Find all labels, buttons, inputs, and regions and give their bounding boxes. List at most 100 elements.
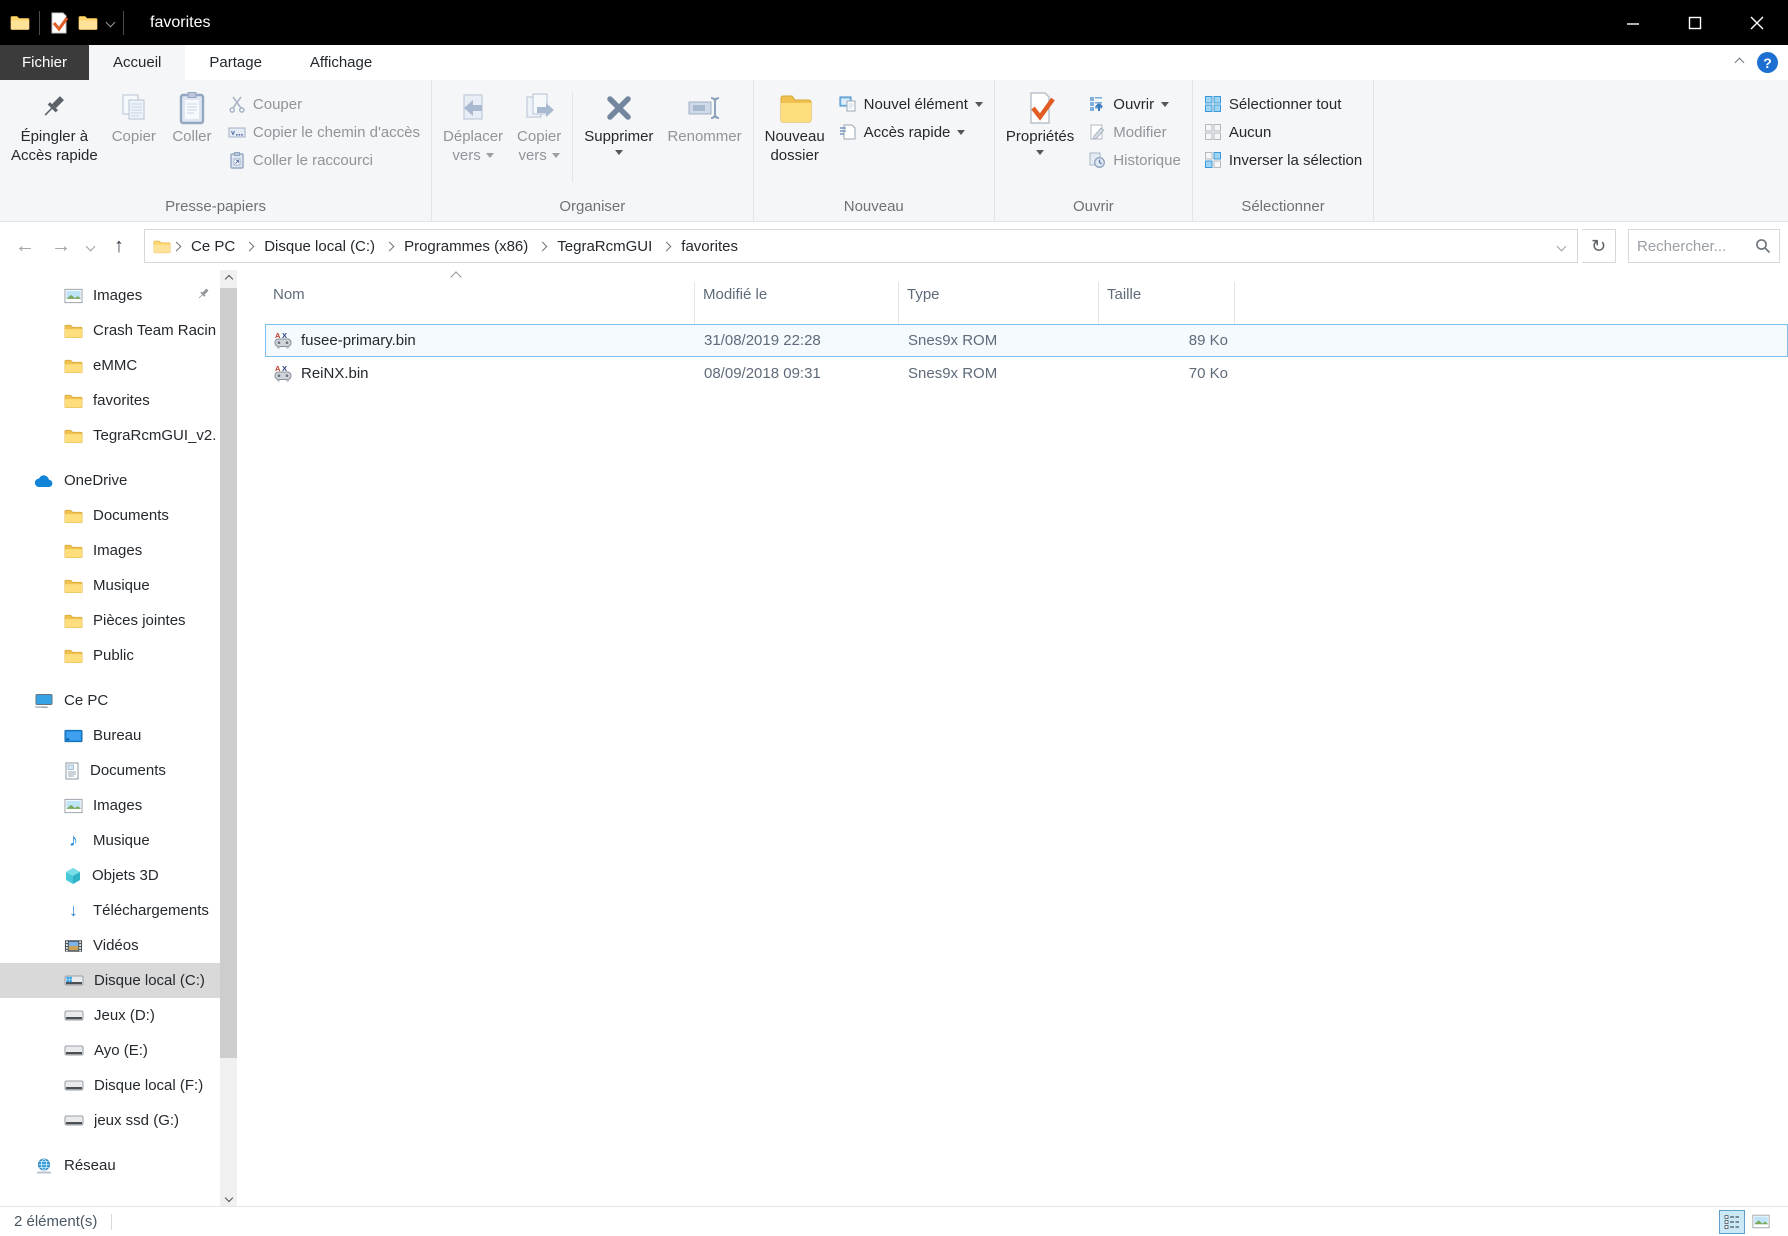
pin-to-quick-access-button[interactable]: Épingler à Accès rapide: [4, 84, 105, 167]
sidebar-item-disque-local-c[interactable]: Disque local (C:): [0, 963, 237, 998]
qat-customize-chevron-icon[interactable]: [105, 17, 116, 28]
thumbnail-view-button[interactable]: [1748, 1210, 1774, 1234]
pin-icon: [196, 287, 211, 302]
rename-icon: [687, 89, 723, 127]
invert-selection-icon: [1204, 151, 1222, 169]
sidebar-item-objets-3d[interactable]: Objets 3D: [0, 858, 237, 893]
sidebar-item-public[interactable]: Public: [0, 638, 237, 673]
sidebar-item-telechargements[interactable]: ↓ Téléchargements: [0, 893, 237, 928]
details-view-button[interactable]: [1719, 1209, 1745, 1234]
edit-button[interactable]: Modifier: [1081, 118, 1188, 146]
rename-button[interactable]: Renommer: [660, 84, 748, 148]
scroll-down-icon[interactable]: [222, 1191, 235, 1204]
column-headers: Nom Modifié le Type Taille: [265, 282, 1788, 324]
folder-icon: [64, 393, 83, 409]
forward-button[interactable]: →: [44, 229, 78, 263]
sidebar-item-crash-team-racing[interactable]: Crash Team Racin: [0, 313, 237, 348]
select-all-button[interactable]: Sélectionner tout: [1197, 90, 1369, 118]
sidebar-item-pieces-jointes[interactable]: Pièces jointes: [0, 603, 237, 638]
sidebar-item-bureau[interactable]: Bureau: [0, 718, 237, 753]
paste-shortcut-button[interactable]: Coller le raccourci: [221, 146, 427, 174]
tab-affichage[interactable]: Affichage: [286, 45, 396, 80]
group-label-new: Nouveau: [843, 198, 904, 215]
back-button[interactable]: ←: [8, 229, 42, 263]
help-icon[interactable]: ?: [1757, 52, 1778, 73]
ribbon-group-new: Nouveau dossier Nouvel élément Accès rap…: [754, 80, 995, 221]
search-icon[interactable]: [1755, 238, 1771, 254]
move-to-button[interactable]: Déplacer vers: [436, 84, 510, 167]
new-folder-qat-icon[interactable]: [78, 14, 98, 31]
refresh-button[interactable]: ↻: [1582, 229, 1616, 263]
sidebar-item-musique[interactable]: ♪ Musique: [0, 823, 237, 858]
sidebar-scrollbar[interactable]: [220, 270, 237, 1206]
onedrive-cloud-icon: [34, 474, 54, 488]
tab-fichier[interactable]: Fichier: [0, 45, 90, 80]
easy-access-button[interactable]: Accès rapide: [832, 118, 990, 146]
address-bar[interactable]: Ce PC Disque local (C:) Programmes (x86)…: [144, 229, 1578, 263]
history-button[interactable]: Historique: [1081, 146, 1188, 174]
file-row-reinx[interactable]: AX ReiNX.bin 08/09/2018 09:31 Snes9x ROM…: [265, 357, 1788, 390]
tab-partage[interactable]: Partage: [185, 45, 286, 80]
properties-check-icon[interactable]: [49, 12, 69, 34]
sidebar-item-onedrive-musique[interactable]: Musique: [0, 568, 237, 603]
sidebar-item-jeux-d[interactable]: Jeux (D:): [0, 998, 237, 1033]
sidebar-item-documents[interactable]: Documents: [0, 753, 237, 788]
column-header-type[interactable]: Type: [899, 282, 1099, 324]
new-folder-button[interactable]: Nouveau dossier: [758, 84, 832, 167]
tab-accueil[interactable]: Accueil: [89, 45, 186, 80]
recent-locations-chevron-icon[interactable]: [80, 229, 100, 263]
close-button[interactable]: [1726, 0, 1788, 45]
folder-icon: [64, 578, 83, 594]
cut-button[interactable]: Couper: [221, 90, 427, 118]
address-history-chevron-icon[interactable]: [1556, 241, 1567, 251]
sidebar-item-images-quickaccess[interactable]: Images: [0, 278, 237, 313]
up-button[interactable]: ↑: [102, 229, 136, 263]
sidebar-item-favorites[interactable]: favorites: [0, 383, 237, 418]
copy-path-button[interactable]: Copier le chemin d'accès: [221, 118, 427, 146]
paste-button[interactable]: Coller: [163, 84, 221, 148]
search-input[interactable]: [1637, 237, 1749, 255]
sidebar-item-ce-pc[interactable]: Ce PC: [0, 683, 237, 718]
sidebar-item-ayo-e[interactable]: Ayo (E:): [0, 1033, 237, 1068]
sidebar-item-images[interactable]: Images: [0, 788, 237, 823]
folder-icon: [64, 508, 83, 524]
breadcrumb-item[interactable]: favorites: [672, 230, 747, 262]
search-box: [1628, 229, 1780, 263]
sidebar-item-disque-local-f[interactable]: Disque local (F:): [0, 1068, 237, 1103]
minimize-button[interactable]: [1602, 0, 1664, 45]
ribbon-group-open: Propriétés Ouvrir Modifier Historique Ou…: [995, 80, 1193, 221]
open-button[interactable]: Ouvrir: [1081, 90, 1188, 118]
sidebar-item-reseau[interactable]: Réseau: [0, 1148, 237, 1183]
file-list-pane: Nom Modifié le Type Taille AX fusee-prim…: [237, 270, 1788, 1206]
breadcrumb-item[interactable]: Programmes (x86): [395, 230, 537, 262]
collapse-ribbon-icon[interactable]: [1734, 57, 1745, 68]
status-bar: 2 élément(s): [0, 1206, 1788, 1236]
divider: [123, 10, 124, 35]
select-none-button[interactable]: Aucun: [1197, 118, 1369, 146]
sidebar-item-onedrive-images[interactable]: Images: [0, 533, 237, 568]
sidebar-item-jeux-ssd-g[interactable]: jeux ssd (G:): [0, 1103, 237, 1138]
column-header-modifie-le[interactable]: Modifié le: [695, 282, 899, 324]
scroll-up-icon[interactable]: [222, 272, 235, 285]
copy-button[interactable]: Copier: [105, 84, 163, 148]
sidebar-item-onedrive[interactable]: OneDrive: [0, 463, 237, 498]
invert-selection-button[interactable]: Inverser la sélection: [1197, 146, 1369, 174]
breadcrumb-item[interactable]: Disque local (C:): [255, 230, 384, 262]
new-item-button[interactable]: Nouvel élément: [832, 90, 990, 118]
scrollbar-thumb[interactable]: [220, 288, 237, 1058]
column-header-taille[interactable]: Taille: [1099, 282, 1235, 324]
sidebar-item-emmc[interactable]: eMMC: [0, 348, 237, 383]
edit-icon: [1088, 123, 1106, 141]
sort-ascending-icon: [450, 271, 462, 283]
sidebar-item-tegrarcmgui-v2[interactable]: TegraRcmGUI_v2.: [0, 418, 237, 453]
sidebar-item-onedrive-documents[interactable]: Documents: [0, 498, 237, 533]
copy-to-button[interactable]: Copier vers: [510, 84, 568, 167]
breadcrumb-item[interactable]: Ce PC: [182, 230, 244, 262]
delete-button[interactable]: Supprimer: [577, 84, 660, 157]
column-header-nom[interactable]: Nom: [265, 282, 695, 324]
sidebar-item-videos[interactable]: Vidéos: [0, 928, 237, 963]
maximize-button[interactable]: [1664, 0, 1726, 45]
file-row-fusee-primary[interactable]: AX fusee-primary.bin 31/08/2019 22:28 Sn…: [265, 324, 1788, 357]
breadcrumb-item[interactable]: TegraRcmGUI: [548, 230, 661, 262]
properties-button[interactable]: Propriétés: [999, 84, 1081, 157]
